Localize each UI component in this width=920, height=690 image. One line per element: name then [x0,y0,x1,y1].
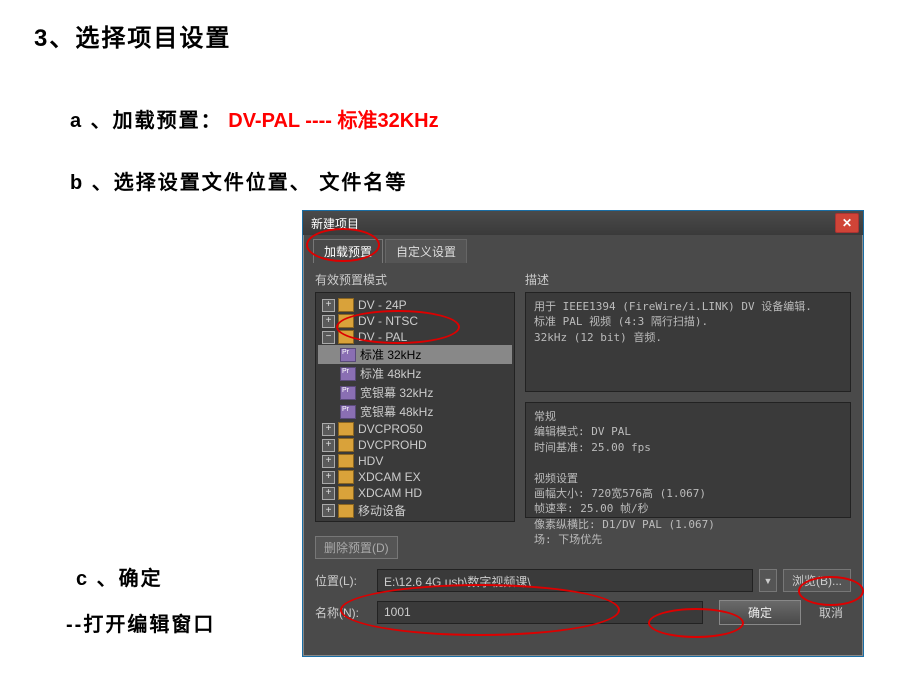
plus-icon[interactable]: + [322,504,335,517]
preset-icon [340,405,356,419]
new-project-dialog: 新建项目 ✕ 加载预置 自定义设置 有效预置模式 +DV - 24P +DV -… [302,210,864,657]
description-box: 用于 IEEE1394 (FireWire/i.LINK) DV 设备编辑. 标… [525,292,851,392]
plus-icon[interactable]: + [322,471,335,484]
step-a-red: DV-PAL ---- 标准32KHz [228,110,438,132]
plus-icon[interactable]: + [322,423,335,436]
dialog-title: 新建项目 [307,215,835,232]
minus-icon[interactable]: − [322,331,335,344]
folder-icon [338,454,354,468]
folder-icon [338,314,354,328]
tree-hdv[interactable]: +HDV [318,453,512,469]
tree-dvcprohd[interactable]: +DVCPROHD [318,437,512,453]
tree-dvpal[interactable]: −DV - PAL [318,329,512,345]
folder-icon [338,504,354,518]
general-box: 常规 编辑模式: DV PAL 时间基准: 25.00 fps 视频设置 画幅大… [525,402,851,518]
delete-preset-button[interactable]: 删除预置(D) [315,536,398,559]
folder-icon [338,486,354,500]
plus-icon[interactable]: + [322,299,335,312]
folder-icon [338,470,354,484]
location-label: 位置(L): [315,572,371,589]
ok-button[interactable]: 确定 [719,600,801,625]
name-label: 名称(N): [315,604,371,621]
tree-wide48[interactable]: 宽银幕 48kHz [318,402,512,421]
tree-xdcamhd[interactable]: +XDCAM HD [318,485,512,501]
plus-icon[interactable]: + [322,455,335,468]
tree-std48[interactable]: 标准 48kHz [318,364,512,383]
step-d-line: --打开编辑窗口 [66,608,215,637]
location-dropdown-icon[interactable]: ▼ [759,569,777,592]
section-heading: 3、选择项目设置 [34,18,231,53]
browse-button[interactable]: 浏览(B)... [783,569,851,592]
description-label: 描述 [525,271,851,288]
cancel-button[interactable]: 取消 [815,601,847,624]
step-a-prefix: a 、加载预置： [70,110,223,132]
close-button[interactable]: ✕ [835,213,859,233]
preset-icon [340,386,356,400]
tab-row: 加载预置 自定义设置 [303,235,863,263]
tab-load-preset[interactable]: 加载预置 [313,239,383,263]
tree-mobile[interactable]: +移动设备 [318,501,512,520]
folder-icon [338,438,354,452]
preset-tree[interactable]: +DV - 24P +DV - NTSC −DV - PAL 标准 32kHz … [315,292,515,522]
step-a-line: a 、加载预置： DV-PAL ---- 标准32KHz [70,104,439,133]
name-input[interactable]: 1001 [377,601,703,624]
preset-mode-label: 有效预置模式 [315,271,515,288]
folder-icon [338,422,354,436]
tree-dv24p[interactable]: +DV - 24P [318,297,512,313]
step-b-line: b 、选择设置文件位置、 文件名等 [70,166,407,195]
tree-wide32[interactable]: 宽银幕 32kHz [318,383,512,402]
tab-custom-settings[interactable]: 自定义设置 [385,239,467,263]
preset-icon [340,367,356,381]
tree-std32[interactable]: 标准 32kHz [318,345,512,364]
plus-icon[interactable]: + [322,487,335,500]
folder-icon [338,330,354,344]
tree-dvcpro50[interactable]: +DVCPRO50 [318,421,512,437]
location-input[interactable]: E:\12.6 4G usb\数字视频课\ [377,569,753,592]
plus-icon[interactable]: + [322,439,335,452]
tree-dvntsc[interactable]: +DV - NTSC [318,313,512,329]
step-c-line: c 、确定 [76,562,163,591]
folder-icon [338,298,354,312]
tree-xdcamex[interactable]: +XDCAM EX [318,469,512,485]
preset-icon [340,348,356,362]
dialog-titlebar: 新建项目 ✕ [303,211,863,235]
plus-icon[interactable]: + [322,315,335,328]
